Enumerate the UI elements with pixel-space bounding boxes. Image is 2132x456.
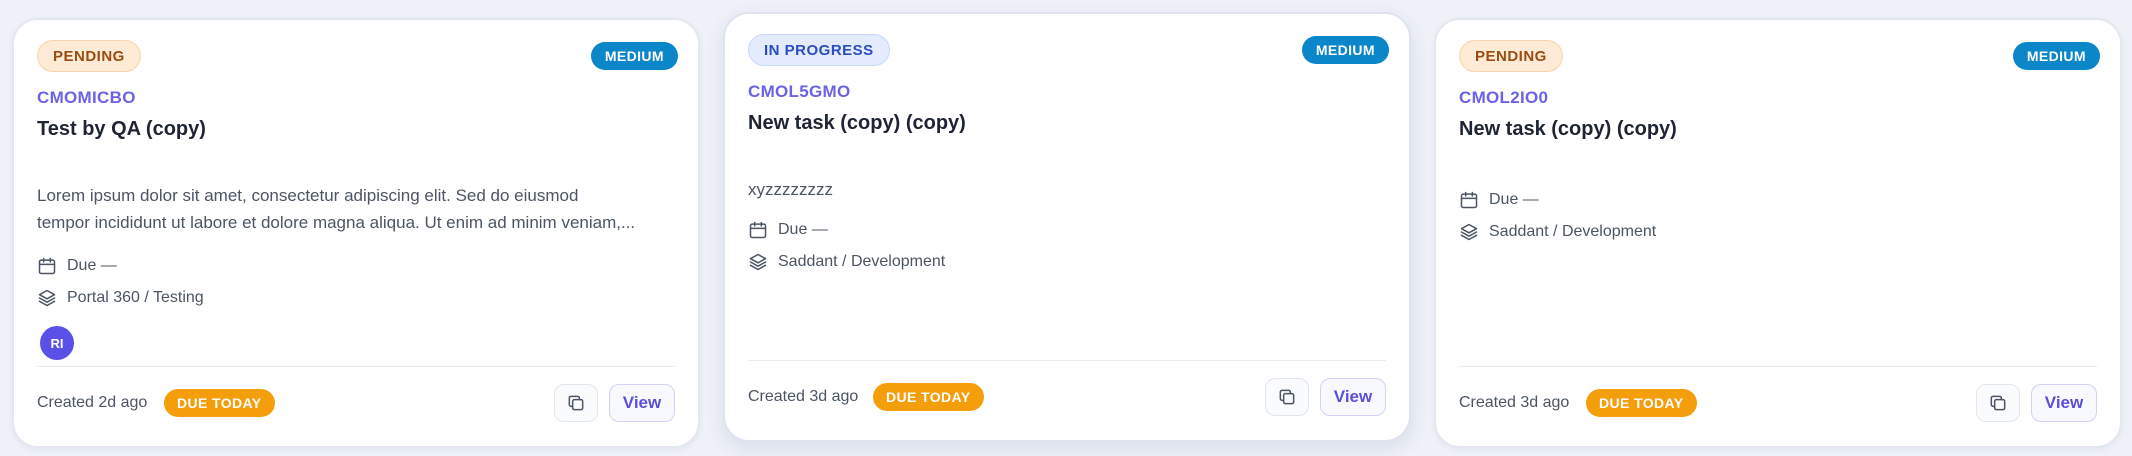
task-description: Lorem ipsum dolor sit amet, consectetur …	[37, 182, 677, 236]
task-description: xyzzzzzzzz	[748, 176, 1388, 203]
layers-icon	[38, 289, 56, 307]
priority-badge: MEDIUM	[2012, 42, 2100, 70]
task-title: New task (copy) (copy)	[1459, 118, 1677, 140]
avatar[interactable]: RI	[40, 326, 74, 360]
project-text: Saddant / Development	[778, 253, 946, 270]
duplicate-button[interactable]	[1976, 384, 2020, 422]
layers-icon	[1460, 223, 1478, 241]
due-text: Due —	[67, 257, 117, 274]
status-badge: PENDING	[37, 40, 141, 72]
calendar-icon	[38, 257, 56, 275]
created-text: Created 3d ago	[1459, 394, 1570, 411]
duplicate-button[interactable]	[1265, 378, 1309, 416]
calendar-icon	[749, 221, 767, 239]
duplicate-button[interactable]	[554, 384, 598, 422]
divider	[37, 366, 675, 367]
description-line: tempor incididunt ut labore et dolore ma…	[37, 213, 636, 232]
due-date: Due —	[37, 256, 117, 276]
task-code: CMOMICBO	[37, 88, 136, 107]
due-today-badge: DUE TODAY	[164, 389, 275, 417]
due-text: Due —	[778, 221, 828, 238]
copy-icon	[568, 395, 584, 411]
copy-icon	[1279, 389, 1295, 405]
due-today-badge: DUE TODAY	[873, 383, 984, 411]
task-card[interactable]: IN PROGRESS MEDIUM CMOL5GMO New task (co…	[723, 12, 1411, 442]
status-badge: PENDING	[1459, 40, 1563, 72]
project-path: Saddant / Development	[748, 252, 945, 272]
divider	[1459, 366, 2097, 367]
view-button[interactable]: View	[609, 384, 675, 422]
project-text: Portal 360 / Testing	[67, 289, 204, 306]
task-code: CMOL2IO0	[1459, 88, 1549, 107]
task-card[interactable]: PENDING MEDIUM CMOL2IO0 New task (copy) …	[1434, 18, 2122, 448]
project-path: Portal 360 / Testing	[37, 288, 204, 308]
due-text: Due —	[1489, 191, 1539, 208]
project-path: Saddant / Development	[1459, 222, 1656, 242]
created-text: Created 3d ago	[748, 388, 859, 405]
calendar-icon	[1460, 191, 1478, 209]
view-button[interactable]: View	[2031, 384, 2097, 422]
task-code: CMOL5GMO	[748, 82, 851, 101]
copy-icon	[1990, 395, 2006, 411]
task-board: PENDING MEDIUM CMOMICBO Test by QA (copy…	[0, 0, 2132, 456]
task-title: Test by QA (copy)	[37, 118, 206, 140]
description-line: xyzzzzzzzz	[748, 180, 833, 199]
due-date: Due —	[748, 220, 828, 240]
description-line: Lorem ipsum dolor sit amet, consectetur …	[37, 186, 579, 205]
status-badge: IN PROGRESS	[748, 34, 890, 66]
priority-badge: MEDIUM	[590, 42, 678, 70]
layers-icon	[749, 253, 767, 271]
priority-badge: MEDIUM	[1301, 36, 1389, 64]
project-text: Saddant / Development	[1489, 223, 1657, 240]
task-card[interactable]: PENDING MEDIUM CMOMICBO Test by QA (copy…	[12, 18, 700, 448]
created-text: Created 2d ago	[37, 394, 148, 411]
due-date: Due —	[1459, 190, 1539, 210]
task-title: New task (copy) (copy)	[748, 112, 966, 134]
view-button[interactable]: View	[1320, 378, 1386, 416]
divider	[748, 360, 1386, 361]
due-today-badge: DUE TODAY	[1586, 389, 1697, 417]
